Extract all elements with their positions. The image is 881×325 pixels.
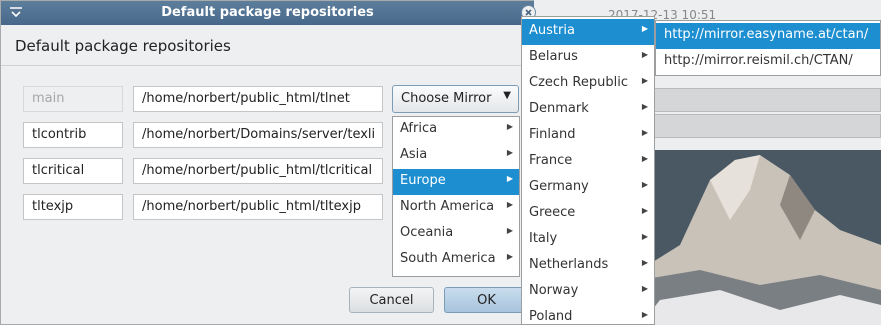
menu-item-netherlands[interactable]: Netherlands ▶ (522, 253, 654, 279)
submenu-arrow-icon: ▶ (641, 102, 648, 111)
menu-item-finland[interactable]: Finland ▶ (522, 123, 654, 149)
menu-item-denmark[interactable]: Denmark ▶ (522, 97, 654, 123)
choose-mirror-dropdown[interactable]: Choose Mirror ▼ (392, 85, 519, 113)
submenu-arrow-icon: ▶ (641, 232, 648, 241)
ok-button[interactable]: OK (444, 287, 529, 313)
submenu-arrow-icon: ▶ (641, 180, 648, 189)
submenu-arrow-icon: ▶ (506, 200, 513, 209)
submenu-arrow-icon: ▶ (641, 154, 648, 163)
dialog-heading: Default package repositories (15, 37, 231, 55)
menu-item-south-america[interactable]: South America ▶ (393, 247, 519, 273)
repo-path-field[interactable]: /home/norbert/public_html/tlnet (133, 86, 383, 112)
repo-name-field[interactable]: tlcritical (23, 158, 123, 184)
background-bar (640, 88, 881, 112)
submenu-arrow-icon: ▶ (641, 50, 648, 59)
background-photo (640, 150, 881, 325)
menu-item-france[interactable]: France ▶ (522, 149, 654, 175)
submenu-arrow-icon: ▶ (641, 128, 648, 137)
menu-item-poland[interactable]: Poland ▶ (522, 305, 654, 324)
mirror-menu: http://mirror.easyname.at/ctan/ http://m… (655, 20, 881, 76)
title-bar[interactable]: Default package repositories (1, 1, 534, 25)
menu-item-germany[interactable]: Germany ▶ (522, 175, 654, 201)
menu-item-norway[interactable]: Norway ▶ (522, 279, 654, 305)
divider (1, 65, 534, 66)
menu-item-africa[interactable]: Africa ▶ (393, 117, 519, 143)
submenu-arrow-icon: ▶ (641, 258, 648, 267)
menu-item-mirror[interactable]: http://mirror.easyname.at/ctan/ (656, 23, 880, 49)
submenu-arrow-icon: ▶ (641, 76, 648, 85)
submenu-arrow-icon: ▶ (506, 122, 513, 131)
repo-name-field[interactable]: tlcontrib (23, 122, 123, 148)
menu-item-greece[interactable]: Greece ▶ (522, 201, 654, 227)
menu-item-czech-republic[interactable]: Czech Republic ▶ (522, 71, 654, 97)
submenu-arrow-icon: ▶ (641, 284, 648, 293)
submenu-arrow-icon: ▶ (506, 148, 513, 157)
repo-name-field: main (23, 86, 123, 112)
submenu-arrow-icon: ▶ (641, 310, 648, 319)
submenu-arrow-icon: ▶ (506, 226, 513, 235)
repo-path-field[interactable]: /home/norbert/public_html/tltexjp (133, 194, 383, 220)
menu-item-north-america[interactable]: North America ▶ (393, 195, 519, 221)
menu-item-belarus[interactable]: Belarus ▶ (522, 45, 654, 71)
menu-item-asia[interactable]: Asia ▶ (393, 143, 519, 169)
repo-path-field[interactable]: /home/norbert/public_html/tlcritical (133, 158, 383, 184)
repo-path-field[interactable]: /home/norbert/Domains/server/texli (133, 122, 383, 148)
submenu-arrow-icon: ▶ (641, 24, 648, 33)
menu-item-mirror[interactable]: http://mirror.reismil.ch/CTAN/ (656, 49, 880, 75)
country-menu: Austria ▶ Belarus ▶ Czech Republic ▶ Denmar… (521, 16, 655, 325)
submenu-arrow-icon: ▶ (506, 252, 513, 261)
repo-name-field[interactable]: tltexjp (23, 194, 123, 220)
submenu-arrow-icon: ▶ (641, 206, 648, 215)
menu-item-italy[interactable]: Italy ▶ (522, 227, 654, 253)
dialog-title: Default package repositories (161, 5, 374, 20)
submenu-arrow-icon: ▶ (506, 174, 513, 183)
cancel-button[interactable]: Cancel (349, 287, 434, 313)
menu-item-oceania[interactable]: Oceania ▶ (393, 221, 519, 247)
background-bar (640, 114, 881, 138)
choose-mirror-label: Choose Mirror (401, 91, 492, 106)
chevron-down-icon: ▼ (503, 90, 511, 101)
region-menu: Africa ▶ Asia ▶ Europe ▶ North America ▶ Oce… (392, 116, 520, 277)
menu-item-europe[interactable]: Europe ▶ (393, 169, 519, 195)
menu-item-austria[interactable]: Austria ▶ (522, 19, 654, 45)
